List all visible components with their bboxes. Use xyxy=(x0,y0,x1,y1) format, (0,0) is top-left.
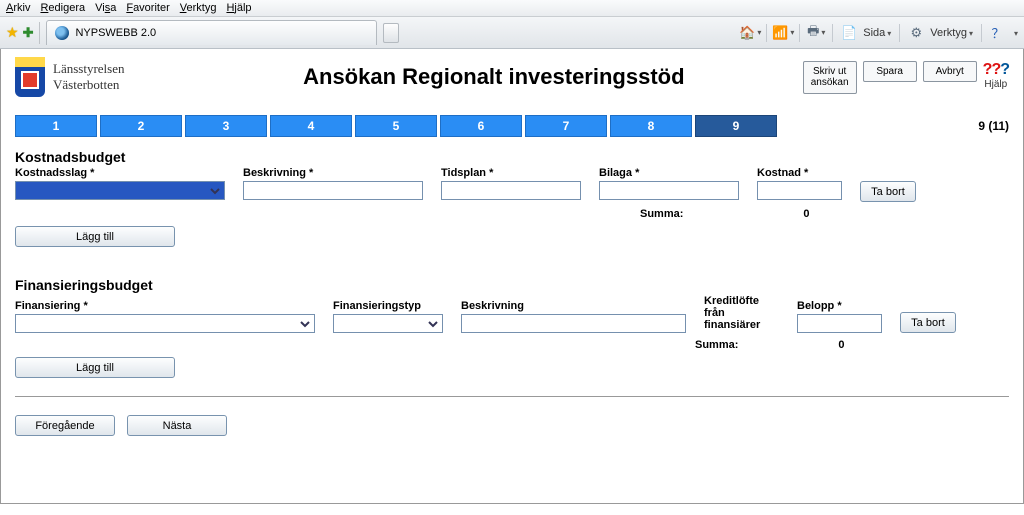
belopp-label: Belopp * xyxy=(797,300,882,312)
fin-beskrivning-label: Beskrivning xyxy=(461,300,686,312)
section-divider xyxy=(15,396,1009,397)
new-tab-button[interactable] xyxy=(383,23,399,43)
save-button[interactable]: Spara xyxy=(863,61,917,83)
org-line1: Länsstyrelsen xyxy=(53,61,124,77)
ie-icon xyxy=(55,26,69,40)
toolbar-verktyg-menu[interactable]: Verktyg xyxy=(930,27,973,39)
kost-summa-value: 0 xyxy=(803,208,809,220)
fin-summa-label: Summa: xyxy=(695,339,738,351)
beskrivning-input[interactable] xyxy=(243,181,423,200)
kost-lagg-till-button[interactable]: Lägg till xyxy=(15,226,175,247)
step-nav: 1 2 3 4 5 6 7 8 9 xyxy=(15,115,777,137)
browser-toolbar: ★ ✚ NYPSWEBB 2.0 🏠 📶 🖶 📄 Sida ⚙ Verktyg … xyxy=(0,17,1024,49)
kostnadsbudget-heading: Kostnadsbudget xyxy=(15,149,1009,165)
menu-verktyg[interactable]: Verktyg xyxy=(180,2,217,14)
next-button[interactable]: Nästa xyxy=(127,415,227,436)
page-icon: 📄 xyxy=(841,25,857,41)
step-7[interactable]: 7 xyxy=(525,115,607,137)
menu-visa[interactable]: Visa xyxy=(95,2,116,14)
browser-tab[interactable]: NYPSWEBB 2.0 xyxy=(46,20,377,45)
prev-button[interactable]: Föregående xyxy=(15,415,115,436)
home-icon[interactable]: 🏠 xyxy=(742,25,758,41)
tidsplan-label: Tidsplan * xyxy=(441,167,581,179)
browser-menubar: Arkiv Redigera Visa Favoriter Verktyg Hj… xyxy=(0,0,1024,17)
step-1[interactable]: 1 xyxy=(15,115,97,137)
fin-lagg-till-button[interactable]: Lägg till xyxy=(15,357,175,378)
feeds-icon[interactable]: 📶 xyxy=(775,25,791,41)
favorites-star-icon[interactable]: ★ xyxy=(6,24,19,41)
toolbar-sida-menu[interactable]: Sida xyxy=(863,27,891,39)
kostnadsslag-label: Kostnadsslag * xyxy=(15,167,225,179)
help-icon: ??? xyxy=(983,61,1009,79)
cancel-button[interactable]: Avbryt xyxy=(923,61,977,83)
kostnad-input[interactable] xyxy=(757,181,842,200)
kostnadsslag-select[interactable] xyxy=(15,181,225,200)
step-3[interactable]: 3 xyxy=(185,115,267,137)
fin-summa-value: 0 xyxy=(838,339,844,351)
print-icon[interactable]: 🖶 xyxy=(808,25,824,41)
toolbar-separator xyxy=(39,22,40,44)
finansieringstyp-select[interactable] xyxy=(333,314,443,333)
kost-ta-bort-button[interactable]: Ta bort xyxy=(860,181,916,202)
step-counter: 9 (11) xyxy=(978,119,1009,133)
step-8[interactable]: 8 xyxy=(610,115,692,137)
menu-redigera[interactable]: Redigera xyxy=(40,2,85,14)
add-favorite-icon[interactable]: ✚ xyxy=(23,25,34,41)
help-link[interactable]: ??? Hjälp xyxy=(983,61,1009,90)
fin-beskrivning-input[interactable] xyxy=(461,314,686,333)
menu-arkiv[interactable]: Arkiv xyxy=(6,2,30,14)
page-title: Ansökan Regionalt investeringsstöd xyxy=(197,64,791,90)
finansieringsbudget-heading: Finansieringsbudget xyxy=(15,277,1009,293)
step-6[interactable]: 6 xyxy=(440,115,522,137)
beskrivning-label: Beskrivning * xyxy=(243,167,423,179)
menu-hjalp[interactable]: Hjälp xyxy=(226,2,251,14)
org-line2: Västerbotten xyxy=(53,77,124,93)
crest-icon xyxy=(15,57,45,97)
bilaga-label: Bilaga * xyxy=(599,167,739,179)
tidsplan-input[interactable] xyxy=(441,181,581,200)
finansieringstyp-label: Finansieringstyp xyxy=(333,300,443,312)
belopp-input[interactable] xyxy=(797,314,882,333)
help-question-icon[interactable]: ？ xyxy=(990,25,1006,41)
menu-favoriter[interactable]: Favoriter xyxy=(126,2,169,14)
step-5[interactable]: 5 xyxy=(355,115,437,137)
tab-title: NYPSWEBB 2.0 xyxy=(75,27,156,39)
step-4[interactable]: 4 xyxy=(270,115,352,137)
page-content: Länsstyrelsen Västerbotten Ansökan Regio… xyxy=(0,49,1024,504)
bilaga-input[interactable] xyxy=(599,181,739,200)
print-application-button[interactable]: Skriv ut ansökan xyxy=(803,61,857,94)
kreditlofte-label: Kreditlöfte från finansiärer xyxy=(704,295,779,331)
step-2[interactable]: 2 xyxy=(100,115,182,137)
finansiering-label: Finansiering * xyxy=(15,300,315,312)
step-9[interactable]: 9 xyxy=(695,115,777,137)
finansiering-select[interactable] xyxy=(15,314,315,333)
kost-summa-label: Summa: xyxy=(640,208,683,220)
org-logo: Länsstyrelsen Västerbotten xyxy=(15,57,185,97)
fin-ta-bort-button[interactable]: Ta bort xyxy=(900,312,956,333)
tools-gear-icon: ⚙ xyxy=(908,25,924,41)
kostnad-label: Kostnad * xyxy=(757,167,842,179)
